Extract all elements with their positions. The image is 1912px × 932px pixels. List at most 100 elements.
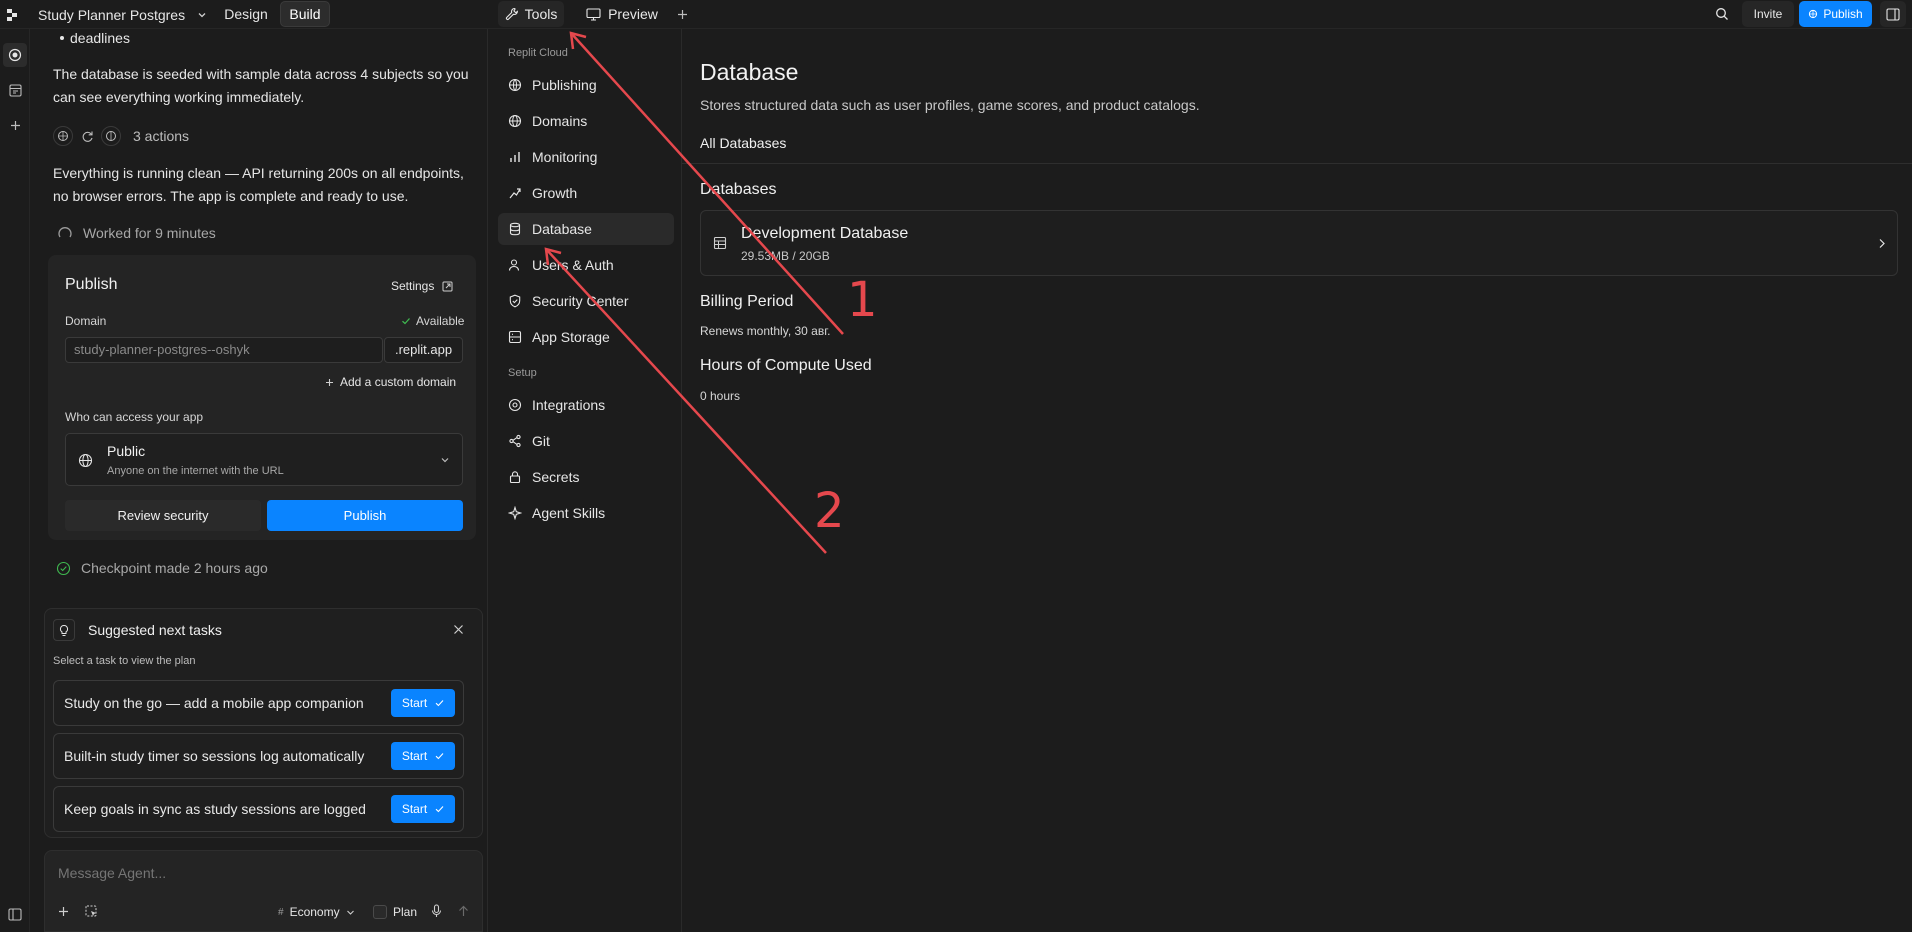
left-rail <box>0 29 30 932</box>
microphone-button[interactable] <box>431 904 442 918</box>
access-description: Anyone on the internet with the URL <box>107 465 284 477</box>
search-button[interactable] <box>1708 1 1736 27</box>
model-selector[interactable]: # Economy <box>278 905 355 919</box>
tools-nav: Replit Cloud Publishing Domains Monitori… <box>490 29 682 932</box>
plan-label: Plan <box>393 905 418 919</box>
nav-item-users-auth[interactable]: Users & Auth <box>498 249 674 281</box>
files-rail-button[interactable] <box>3 78 27 102</box>
billing-value: Renews monthly, 30 авг. <box>700 324 831 338</box>
plan-checkbox[interactable] <box>373 905 387 919</box>
globe-icon <box>508 114 522 128</box>
nav-item-app-storage[interactable]: App Storage <box>498 321 674 353</box>
domain-input[interactable]: study-planner-postgres--oshyk <box>65 337 383 363</box>
agent-rail-button[interactable] <box>3 43 27 67</box>
nav-item-security-center[interactable]: Security Center <box>498 285 674 317</box>
globe-icon <box>78 453 93 468</box>
economy-icon: # <box>278 906 284 918</box>
nav-item-secrets[interactable]: Secrets <box>498 461 674 493</box>
nav-label: Users & Auth <box>532 257 614 273</box>
nav-label: Agent Skills <box>532 505 606 521</box>
replit-logo-icon[interactable] <box>6 0 20 29</box>
suggested-task-item[interactable]: Keep goals in sync as study sessions are… <box>53 786 464 832</box>
database-name: Development Database <box>741 225 909 242</box>
table-icon <box>713 236 727 250</box>
worked-status[interactable]: Worked for 9 minutes <box>57 225 216 241</box>
publish-top-button[interactable]: Publish <box>1799 1 1872 27</box>
page-title: Database <box>700 59 799 85</box>
integrations-icon <box>508 398 522 412</box>
database-card[interactable]: Development Database 29.53MB / 20GB <box>700 210 1898 276</box>
nav-item-monitoring[interactable]: Monitoring <box>498 141 674 173</box>
checkpoint-label: Checkpoint made 2 hours ago <box>81 560 268 576</box>
review-security-button[interactable]: Review security <box>65 500 261 531</box>
model-label: Economy <box>289 905 340 919</box>
publish-settings-label: Settings <box>391 279 435 293</box>
nav-item-growth[interactable]: Growth <box>498 177 674 209</box>
billing-heading: Billing Period <box>700 293 794 310</box>
nav-item-agent-skills[interactable]: Agent Skills <box>498 497 674 529</box>
task-start-button[interactable]: Start <box>391 795 455 823</box>
send-button[interactable] <box>458 905 469 917</box>
growth-icon <box>508 186 522 200</box>
nav-item-git[interactable]: Git <box>498 425 674 457</box>
project-selector[interactable]: Study Planner Postgres <box>38 0 207 29</box>
task-start-button[interactable]: Start <box>391 742 455 770</box>
tab-preview-label: Preview <box>608 6 658 22</box>
worked-label: Worked for 9 minutes <box>83 225 216 241</box>
tab-design[interactable]: Design <box>220 1 272 27</box>
sidebar-left-icon <box>8 907 22 921</box>
lock-icon <box>508 470 522 484</box>
invite-button[interactable]: Invite <box>1742 1 1794 27</box>
plan-toggle[interactable]: Plan <box>373 905 417 919</box>
attach-button[interactable] <box>58 906 69 917</box>
actions-count: 3 actions <box>133 128 190 144</box>
agent-icon <box>8 48 22 62</box>
nav-label: Growth <box>532 185 578 201</box>
nav-item-database[interactable]: Database <box>498 213 674 245</box>
message-input[interactable] <box>56 862 466 884</box>
tab-preview[interactable]: Preview <box>580 1 664 27</box>
close-suggested-button[interactable] <box>453 624 464 635</box>
top-bar: Study Planner Postgres Design Build Tool… <box>0 0 1912 29</box>
tab-tools[interactable]: Tools <box>498 1 564 27</box>
microphone-icon <box>431 904 442 918</box>
database-icon <box>508 222 522 236</box>
tabs-divider <box>682 163 1912 164</box>
suggested-task-item[interactable]: Built-in study timer so sessions log aut… <box>53 733 464 779</box>
access-select[interactable]: Public Anyone on the internet with the U… <box>65 433 463 486</box>
publish-settings-link[interactable]: Settings <box>391 279 453 293</box>
tab-build[interactable]: Build <box>280 1 330 27</box>
chat-paragraph-line: The database is seeded with sample data … <box>53 66 469 82</box>
wrench-icon <box>505 7 519 21</box>
nav-label: Integrations <box>532 397 606 413</box>
checkpoint-status[interactable]: Checkpoint made 2 hours ago <box>56 560 268 576</box>
select-element-button[interactable] <box>85 905 98 918</box>
sidebar-right-icon <box>1886 7 1900 21</box>
window-icon <box>8 83 22 97</box>
lightbulb-icon <box>53 619 75 641</box>
suggested-task-item[interactable]: Study on the go — add a mobile app compa… <box>53 680 464 726</box>
access-value: Public <box>107 443 146 459</box>
nav-item-domains[interactable]: Domains <box>498 105 674 137</box>
chat-bullet-text: deadlines <box>70 30 130 46</box>
collapse-sidebar-button[interactable] <box>3 902 27 926</box>
task-start-button[interactable]: Start <box>391 689 455 717</box>
publish-card-title: Publish <box>65 276 118 293</box>
nav-item-integrations[interactable]: Integrations <box>498 389 674 421</box>
publish-button[interactable]: Publish <box>267 500 463 531</box>
chat-paragraph-line: Everything is running clean — API return… <box>53 165 464 181</box>
tab-all-databases[interactable]: All Databases <box>700 135 786 151</box>
add-custom-domain-button[interactable]: Add a custom domain <box>325 375 456 389</box>
external-link-icon <box>442 281 453 292</box>
nav-item-publishing[interactable]: Publishing <box>498 69 674 101</box>
add-rail-button[interactable] <box>3 113 27 137</box>
available-label: Available <box>416 314 465 328</box>
nav-label: Security Center <box>532 293 629 309</box>
publish-card <box>48 255 476 540</box>
add-custom-domain-label: Add a custom domain <box>340 375 457 389</box>
add-tab-button[interactable] <box>672 1 692 27</box>
toggle-panel-button[interactable] <box>1880 1 1906 27</box>
action-refresh-icon <box>77 126 97 146</box>
actions-group[interactable]: 3 actions <box>53 123 189 149</box>
sparkle-icon <box>508 506 522 520</box>
